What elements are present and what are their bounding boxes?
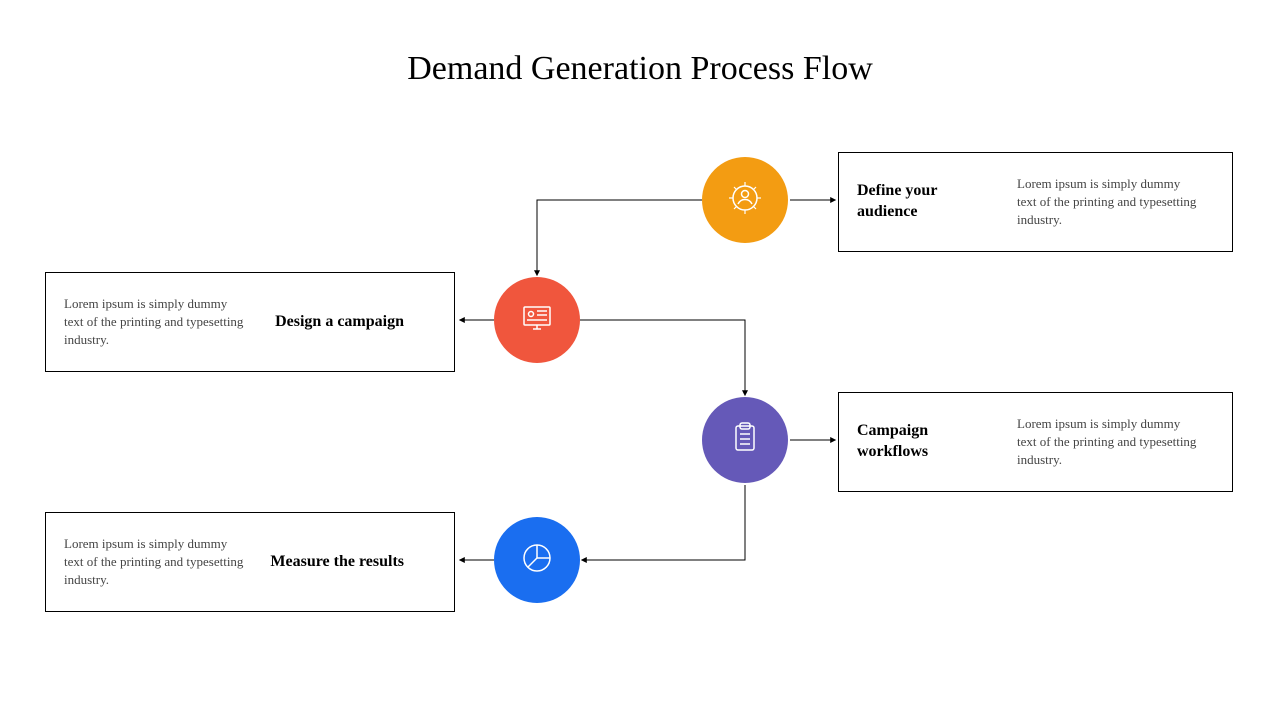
step-circle-define-audience [702,157,788,243]
step-title: Define your audience [857,181,997,223]
step-title: Measure the results [264,552,404,573]
step-desc: Lorem ipsum is simply dummy text of the … [1017,415,1197,470]
step-box-design-campaign: Lorem ipsum is simply dummy text of the … [45,272,455,372]
step-title: Design a campaign [264,312,404,333]
page-title: Demand Generation Process Flow [0,50,1280,88]
step-desc: Lorem ipsum is simply dummy text of the … [64,295,244,350]
gear-user-icon [723,176,767,225]
monitor-icon [515,296,559,345]
step-circle-design-campaign [494,277,580,363]
step-box-measure-results: Lorem ipsum is simply dummy text of the … [45,512,455,612]
step-title: Campaign workflows [857,421,997,463]
step-box-define-audience: Define your audience Lorem ipsum is simp… [838,152,1233,252]
step-box-campaign-workflows: Campaign workflows Lorem ipsum is simply… [838,392,1233,492]
step-circle-campaign-workflows [702,397,788,483]
clipboard-icon [723,416,767,465]
step-desc: Lorem ipsum is simply dummy text of the … [64,535,244,590]
step-desc: Lorem ipsum is simply dummy text of the … [1017,175,1197,230]
pie-icon [515,536,559,585]
step-circle-measure-results [494,517,580,603]
